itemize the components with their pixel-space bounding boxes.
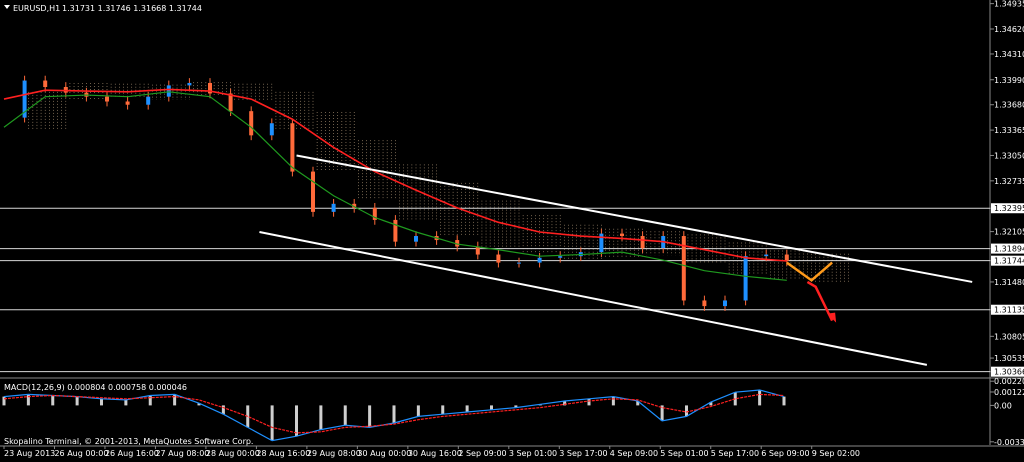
- price-tick-label: 1.33990: [994, 76, 1024, 85]
- copyright-label: Skopalino Terminal, © 2001-2013, MetaQuo…: [4, 437, 253, 446]
- candle-body: [290, 123, 295, 172]
- chart-canvas[interactable]: 1.34935 1.34620 1.34310 1.33990 1.33680 1.333…: [0, 0, 1024, 462]
- candle-body: [764, 254, 769, 257]
- time-tick-label: 28 Aug 00:00: [206, 449, 260, 458]
- macd-tick-label: 0.00: [994, 401, 1012, 410]
- price-tick-label: 1.34620: [994, 25, 1024, 34]
- price-tick-label: 1.31894: [994, 245, 1024, 254]
- candle-body: [393, 219, 398, 242]
- candle-body: [558, 256, 563, 258]
- price-tick-label: 1.31135: [994, 306, 1024, 315]
- time-tick-label: 3 Sep 01:00: [509, 449, 557, 458]
- price-tick-label: 1.30805: [994, 332, 1024, 341]
- candle-body: [166, 85, 171, 97]
- time-tick-label: 3 Sep 17:00: [559, 449, 607, 458]
- price-tick-label: 1.30535: [994, 354, 1024, 363]
- candle-body: [537, 257, 542, 263]
- candle-body: [702, 300, 707, 307]
- time-tick-label: 9 Sep 02:00: [812, 449, 860, 458]
- chart-title: EURUSD,H1 1.31731 1.31746 1.31668 1.3174…: [4, 4, 202, 13]
- time-tick-label: 26 Aug 16:00: [105, 449, 159, 458]
- ohlc-label: 1.31731 1.31746 1.31668 1.31744: [62, 4, 202, 13]
- candle-body: [331, 203, 336, 212]
- candle-body: [125, 101, 130, 105]
- chart-background: [0, 0, 1024, 462]
- macd-tick-label: -0.00331: [994, 438, 1024, 447]
- candle-body: [269, 123, 274, 136]
- candle-body: [620, 233, 624, 237]
- candle-body: [743, 256, 748, 301]
- time-tick-label: 30 Aug 00:00: [357, 449, 411, 458]
- time-tick-label: 4 Sep 09:00: [610, 449, 658, 458]
- candle-body: [414, 236, 418, 242]
- price-tick-label: 1.30366: [994, 368, 1024, 377]
- time-tick-label: 2 Sep 09:00: [458, 449, 506, 458]
- price-tick-label: 1.31744: [994, 257, 1024, 266]
- time-tick-label: 6 Sep 09:00: [761, 449, 809, 458]
- price-tick-label: 1.31480: [994, 278, 1024, 287]
- macd-tick-label: 0.00122: [994, 388, 1024, 397]
- price-tick-label: 1.34310: [994, 50, 1024, 59]
- time-tick-label: 5 Sep 17:00: [711, 449, 759, 458]
- price-tick-label: 1.33680: [994, 101, 1024, 110]
- candle-body: [43, 80, 48, 87]
- candle-body: [187, 82, 192, 86]
- price-tick-label: 1.32105: [994, 228, 1024, 237]
- time-tick-label: 26 Aug 00:00: [54, 449, 108, 458]
- candle-body: [723, 300, 727, 307]
- candle-body: [640, 236, 645, 249]
- price-tick-label: 1.33050: [994, 151, 1024, 160]
- candle-body: [475, 246, 480, 255]
- candle-body: [105, 96, 109, 102]
- symbol-label: EURUSD,H1: [13, 4, 60, 13]
- price-tick-label: 1.34935: [994, 0, 1024, 9]
- candle-body: [784, 254, 789, 261]
- time-tick-label: 28 Aug 16:00: [256, 449, 310, 458]
- time-tick-label: 27 Aug 08:00: [155, 449, 209, 458]
- price-tick-label: 1.32395: [994, 204, 1024, 213]
- macd-tick-label: 0.00220: [994, 377, 1024, 386]
- time-tick-label: 5 Sep 01:00: [660, 449, 708, 458]
- candle-body: [146, 96, 151, 105]
- time-tick-label: 29 Aug 08:00: [307, 449, 361, 458]
- macd-label: MACD(12,26,9) 0.000804 0.000758 0.000046: [4, 383, 187, 392]
- candle-body: [311, 171, 315, 212]
- candle-body: [496, 254, 501, 263]
- time-tick-label: 30 Aug 16:00: [408, 449, 462, 458]
- candle-body: [249, 111, 254, 136]
- time-tick-label: 23 Aug 2013: [4, 449, 55, 458]
- price-tick-label: 1.33365: [994, 126, 1024, 135]
- candle-body: [517, 262, 521, 264]
- price-tick-label: 1.32735: [994, 177, 1024, 186]
